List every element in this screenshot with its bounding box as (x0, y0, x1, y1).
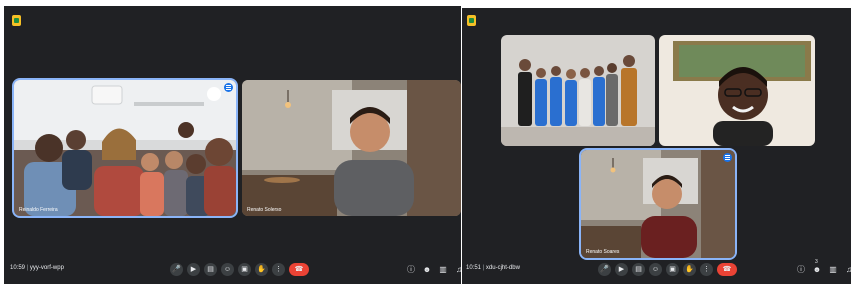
meeting-code: xdu-cjht-dbw (485, 265, 520, 271)
participant-name: Renato Solerso (247, 207, 282, 213)
hand-icon[interactable]: ✋ (683, 263, 696, 276)
meeting-toolbar: 10:51 | xdu-cjht-dbw 🎤 ▶ ▤ ☺ ▣ ✋ ⋮ ☎ ⓘ ☻… (462, 256, 851, 284)
meeting-window-left: Reinaldo Ferreira Renato Solerso 10:59 |… (4, 6, 461, 284)
participant-name: Reinaldo Ferreira (19, 207, 58, 213)
call-controls: 🎤 ▶ ▤ ☺ ▣ ✋ ⋮ ☎ (170, 263, 309, 276)
video-feed-team (501, 35, 655, 146)
hangup-button[interactable]: ☎ (289, 263, 309, 276)
camera-icon[interactable]: ▶ (187, 263, 200, 276)
speaking-indicator-icon (224, 83, 233, 92)
emoji-icon[interactable]: ☺ (221, 263, 234, 276)
mic-icon[interactable]: 🎤 (170, 263, 183, 276)
meeting-window-right: Renato Soares 10:51 | xdu-cjht-dbw 🎤 ▶ ▤… (462, 8, 851, 284)
mic-icon[interactable]: 🎤 (598, 263, 611, 276)
more-icon[interactable]: ⋮ (272, 263, 285, 276)
meeting-code: yyy-vorf-wpp (29, 265, 64, 271)
chat-icon[interactable]: ▥ (828, 264, 838, 275)
captions-icon[interactable]: ▤ (204, 263, 217, 276)
captions-icon[interactable]: ▤ (632, 263, 645, 276)
time-and-code: 10:51 | xdu-cjht-dbw (466, 265, 520, 271)
activities-icon[interactable]: ♫ (844, 264, 851, 275)
info-icon[interactable]: ⓘ (796, 264, 806, 275)
video-tile-guest[interactable] (659, 35, 815, 146)
present-icon[interactable]: ▣ (666, 263, 679, 276)
meet-logo-icon (467, 15, 476, 26)
speaking-indicator-icon (723, 153, 732, 162)
time-and-code: 10:59 | yyy-vorf-wpp (10, 265, 64, 271)
hangup-button[interactable]: ☎ (717, 263, 737, 276)
present-icon[interactable]: ▣ (238, 263, 251, 276)
activities-icon[interactable]: ♫ (454, 264, 461, 275)
video-tile-renato[interactable]: Renato Soares (581, 150, 735, 258)
clock-time: 10:59 (10, 265, 26, 271)
more-icon[interactable]: ⋮ (700, 263, 713, 276)
camera-icon[interactable]: ▶ (615, 263, 628, 276)
participant-name: Renato Soares (586, 249, 620, 255)
video-tile-team[interactable] (501, 35, 655, 146)
meet-logo-icon (12, 15, 21, 26)
video-feed-renato (242, 80, 461, 216)
meeting-toolbar: 10:59 | yyy-vorf-wpp 🎤 ▶ ▤ ☺ ▣ ✋ ⋮ ☎ ⓘ ☻… (4, 256, 461, 284)
people-count-badge: 3 (815, 259, 818, 265)
side-tools: ⓘ ☻ 3 ▥ ♫ (796, 259, 851, 275)
info-icon[interactable]: ⓘ (406, 264, 416, 275)
hand-icon[interactable]: ✋ (255, 263, 268, 276)
chat-icon[interactable]: ▥ (438, 264, 448, 275)
video-feed-group (14, 80, 236, 216)
video-tile-renato[interactable]: Renato Solerso (242, 80, 461, 216)
video-feed-renato (581, 150, 735, 258)
emoji-icon[interactable]: ☺ (649, 263, 662, 276)
clock-time: 10:51 (466, 265, 482, 271)
people-icon[interactable]: ☻ (422, 264, 432, 275)
video-feed-guest (659, 35, 815, 146)
side-tools: ⓘ ☻ ▥ ♫ (406, 264, 461, 275)
call-controls: 🎤 ▶ ▤ ☺ ▣ ✋ ⋮ ☎ (598, 263, 737, 276)
people-icon[interactable]: ☻ 3 (812, 259, 822, 275)
video-tile-reinaldo[interactable]: Reinaldo Ferreira (14, 80, 236, 216)
